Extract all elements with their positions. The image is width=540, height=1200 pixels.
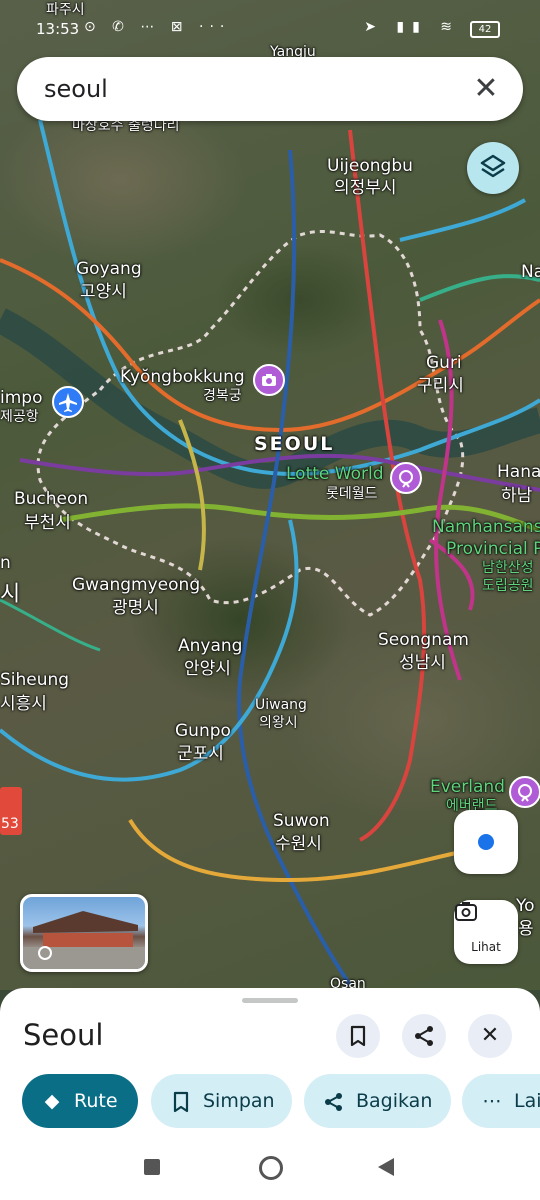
amusement-park-icon — [399, 470, 413, 488]
map-label-namhansan-ko: 남한산성 — [482, 560, 534, 576]
map-label-siheung: Siheung — [0, 670, 70, 690]
map-label-si-left: 시 — [0, 582, 21, 607]
bookmark-icon — [169, 1074, 193, 1128]
map-label-yo-ko: 용 — [518, 919, 534, 939]
map-label-suwon-ko: 수원시 — [275, 834, 322, 854]
airplane-icon — [59, 393, 77, 412]
location-dot-icon — [478, 834, 494, 850]
share-label: Bagikan — [356, 1090, 433, 1112]
map-label-gunpo: Gunpo — [175, 721, 231, 741]
map-label-bucheon-ko: 부천시 — [24, 513, 71, 533]
share-icon-button[interactable] — [402, 1014, 446, 1058]
map-label-hanam: Hana — [497, 462, 540, 482]
map-label-na: Na — [521, 262, 540, 282]
directions-label: Rute — [74, 1090, 118, 1112]
map-label-kyongbokkung: Kyŏngbokkung — [120, 367, 245, 387]
map-label-uiwang-ko: 의왕시 — [259, 715, 298, 731]
kyongbokkung-pin[interactable] — [253, 364, 285, 396]
bookmark-icon — [350, 1025, 366, 1047]
map-label-anyang: Anyang — [178, 636, 243, 656]
system-navigation-bar — [0, 1144, 540, 1200]
map-label-hanam-ko: 하남 — [501, 486, 533, 506]
directions-icon: ◆ — [44, 1090, 60, 1112]
map-label-everland: Everland — [430, 777, 505, 797]
map-label-seongnam-ko: 성남시 — [399, 653, 446, 673]
save-icon-button[interactable] — [336, 1014, 380, 1058]
map-label-goyang-ko: 고양시 — [80, 282, 127, 302]
status-time: 13:53 — [36, 20, 80, 38]
map-label-guri: Guri — [426, 353, 462, 373]
more-icon: ⋯ — [482, 1090, 502, 1112]
lens-button[interactable]: Lihat — [454, 900, 518, 964]
map-label-kyongbokkung-ko: 경복궁 — [203, 388, 242, 404]
camera-icon — [262, 374, 276, 386]
close-icon: ✕ — [480, 1023, 500, 1048]
share-button[interactable]: Bagikan — [304, 1074, 451, 1128]
map-label-seoul: SEOUL — [254, 433, 335, 455]
battery-icon: 42 — [470, 21, 500, 38]
map-view[interactable]: 파주시 Yangju 마장호수 출렁다리 Uijeongbu 의정부시 Goya… — [0, 0, 540, 990]
place-photo-thumbnail[interactable] — [20, 894, 148, 972]
close-sheet-button[interactable]: ✕ — [468, 1014, 512, 1058]
status-bar: 13:53 ⊙ ✆ ⋯ ⊠ ··· ➤ ▮▮ ≋ 42 — [0, 0, 540, 40]
place-title: Seoul — [23, 1018, 104, 1052]
share-icon — [322, 1074, 346, 1128]
lotteworld-pin[interactable] — [390, 462, 422, 494]
layers-button[interactable] — [467, 142, 519, 194]
more-label: Lai — [514, 1090, 540, 1112]
map-label-namhansan: Namhansans — [432, 517, 540, 537]
recent-apps-icon[interactable] — [144, 1159, 160, 1175]
home-icon[interactable] — [259, 1156, 283, 1180]
map-label-bucheon: Bucheon — [14, 489, 89, 509]
everland-pin[interactable] — [509, 776, 540, 808]
map-label-anyang-ko: 안양시 — [184, 659, 231, 679]
map-label-lotteworld-ko: 롯데월드 — [326, 486, 378, 502]
camera-lens-icon — [455, 902, 477, 921]
map-label-gunpo-ko: 군포시 — [177, 744, 224, 764]
signal-icons: ➤ ▮▮ ≋ — [364, 19, 460, 35]
directions-button[interactable]: ◆ Rute — [22, 1074, 138, 1128]
map-label-gwangmyeong-ko: 광명시 — [112, 598, 159, 618]
map-label-lotteworld: Lotte World — [286, 464, 384, 484]
map-label-guri-ko: 구리시 — [417, 376, 464, 396]
map-label-gimpo: impo — [0, 388, 43, 408]
airport-pin[interactable] — [52, 386, 84, 418]
map-label-gwangmyeong: Gwangmyeong — [72, 575, 201, 595]
map-label-goyang: Goyang — [76, 259, 142, 279]
search-input[interactable]: seoul — [44, 75, 108, 103]
amusement-park-icon — [518, 784, 532, 802]
more-button[interactable]: ⋯ Lai — [462, 1074, 540, 1128]
map-label-uijeongbu-ko: 의정부시 — [334, 178, 397, 198]
map-label-uijeongbu: Uijeongbu — [327, 156, 413, 176]
map-label-suwon: Suwon — [273, 811, 330, 831]
map-label-siheung-ko: 시흥시 — [0, 694, 47, 714]
palace-photo — [23, 911, 145, 969]
save-button[interactable]: Simpan — [151, 1074, 292, 1128]
save-label: Simpan — [203, 1090, 275, 1112]
my-location-button[interactable] — [454, 810, 518, 874]
map-label-namhansan-2: Provincial P — [446, 539, 540, 559]
drag-handle[interactable] — [242, 998, 298, 1003]
map-label-yo: Yo — [516, 896, 535, 916]
close-icon[interactable]: ✕ — [471, 71, 501, 107]
notification-icons: ⊙ ✆ ⋯ ⊠ ··· — [84, 19, 231, 35]
route-53-label: 53 — [1, 816, 19, 832]
back-icon[interactable] — [378, 1158, 394, 1176]
share-icon — [415, 1026, 433, 1046]
layers-icon — [480, 154, 506, 178]
map-label-namhansan-ko-2: 도립공원 — [482, 578, 534, 594]
lens-label: Lihat — [471, 940, 501, 954]
map-label-n-left: n — [0, 553, 11, 573]
map-label-seongnam: Seongnam — [378, 630, 469, 650]
map-label-gimpo-ko: 제공항 — [0, 409, 39, 425]
map-label-uiwang: Uiwang — [255, 697, 307, 713]
search-bar[interactable]: seoul ✕ — [17, 57, 523, 121]
